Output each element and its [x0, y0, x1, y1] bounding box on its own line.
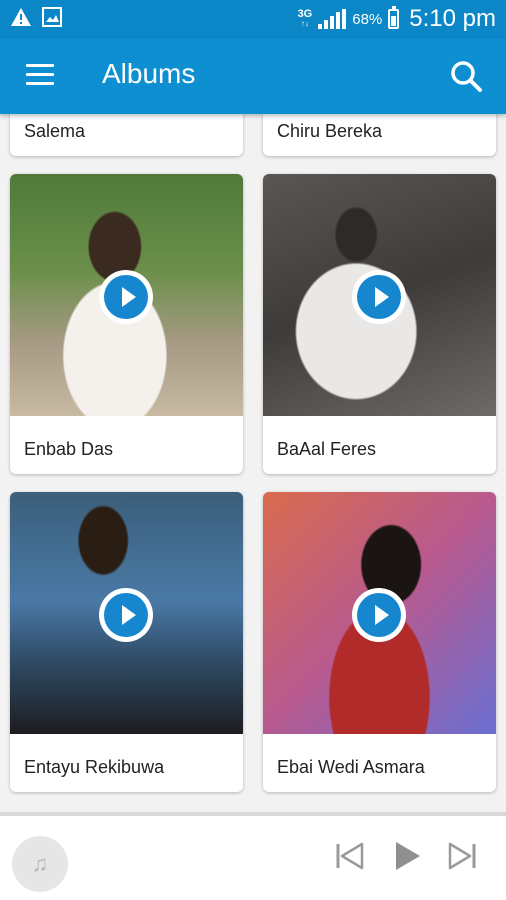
- album-card[interactable]: Ebai Wedi Asmara: [263, 492, 496, 792]
- album-card[interactable]: Enbab Das: [10, 174, 243, 474]
- image-icon: [42, 7, 62, 27]
- album-title: Salema: [24, 121, 86, 141]
- play-icon[interactable]: [99, 588, 153, 642]
- clock: 5:10 pm: [409, 5, 496, 32]
- app-bar: Albums: [0, 38, 506, 114]
- album-card[interactable]: Salema: [10, 114, 243, 156]
- signal-icon: [318, 9, 347, 29]
- menu-icon[interactable]: [26, 64, 54, 88]
- play-icon[interactable]: [352, 270, 406, 324]
- album-title: Ebai Wedi Asmara: [277, 757, 425, 777]
- album-card[interactable]: BaAal Feres: [263, 174, 496, 474]
- page-title: Albums: [102, 58, 196, 89]
- skip-previous-icon[interactable]: [332, 838, 368, 874]
- play-icon[interactable]: [352, 588, 406, 642]
- album-card[interactable]: Chiru Bereka: [263, 114, 496, 156]
- album-title: Chiru Bereka: [277, 121, 383, 141]
- status-bar: 3G ↑↓ 68% 5:10 pm: [0, 0, 506, 38]
- warning-icon: [11, 8, 31, 26]
- network-indicator: 3G ↑↓: [297, 8, 313, 29]
- skip-next-icon[interactable]: [444, 838, 480, 874]
- music-note-icon: ♫: [31, 851, 49, 876]
- album-title: Entayu Rekibuwa: [24, 757, 165, 777]
- album-title: BaAal Feres: [277, 439, 377, 459]
- play-icon[interactable]: [99, 270, 153, 324]
- album-art-placeholder[interactable]: ♫: [12, 836, 68, 892]
- search-icon[interactable]: [448, 58, 484, 94]
- mini-player: ♫: [0, 816, 506, 900]
- album-title: Enbab Das: [24, 439, 114, 459]
- battery-icon: [388, 6, 400, 29]
- battery-percent: 68%: [352, 10, 383, 28]
- album-card[interactable]: Entayu Rekibuwa: [10, 492, 243, 792]
- album-grid: Salema Chiru Bereka Enbab Das BaAal Fere…: [0, 114, 506, 806]
- play-icon[interactable]: [388, 838, 424, 874]
